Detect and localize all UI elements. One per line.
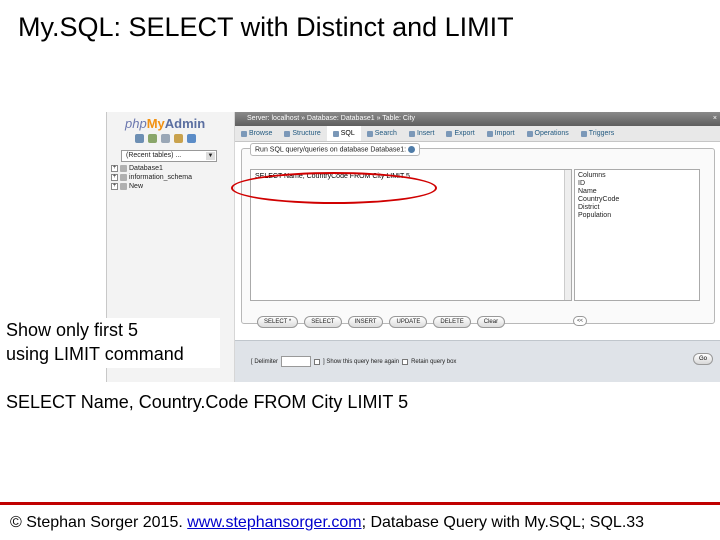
tab-label: SQL — [340, 129, 355, 137]
tab-bar: Browse Structure SQL Search Insert Expor… — [235, 126, 720, 142]
tab-operations[interactable]: Operations — [521, 126, 575, 141]
tab-sql[interactable]: SQL — [326, 126, 361, 141]
recent-tables-select[interactable]: (Recent tables) ... ▼ — [121, 150, 217, 162]
tab-structure[interactable]: Structure — [278, 126, 326, 141]
footer: © Stephan Sorger 2015. www.stephansorger… — [10, 514, 644, 532]
insert-column-button[interactable]: << — [573, 316, 587, 326]
tab-label: Import — [494, 129, 515, 137]
export-icon — [446, 130, 453, 137]
logo-admin: Admin — [164, 116, 206, 131]
operations-icon — [526, 130, 533, 137]
slide-title: My.SQL: SELECT with Distinct and LIMIT — [18, 12, 514, 42]
show-again-label: ] Show this query here again — [323, 358, 400, 365]
logo-php: php — [125, 116, 147, 131]
tab-label: Search — [374, 129, 397, 137]
logout-icon[interactable] — [148, 134, 157, 143]
delete-button[interactable]: DELETE — [433, 316, 471, 328]
logo-my: My — [146, 116, 165, 131]
browse-icon — [241, 130, 247, 137]
triggers-icon — [580, 130, 587, 137]
database-name[interactable]: Database1 — [129, 164, 163, 173]
go-button[interactable]: Go — [692, 353, 713, 365]
tab-export[interactable]: Export — [440, 126, 480, 141]
example-query: SELECT Name, Country.Code FROM City LIMI… — [6, 392, 409, 412]
tab-label: Insert — [416, 129, 435, 137]
columns-label: Columns — [578, 172, 606, 179]
database-tree: + Database1 + information_schema + New — [111, 164, 192, 191]
delimiter-row: [ Delimiter ] Show this query here again… — [251, 356, 456, 367]
delimiter-input[interactable] — [281, 356, 312, 367]
breadcrumb-text[interactable]: Server: localhost » Database: Database1 … — [247, 115, 415, 122]
query-button-row: SELECT * SELECT INSERT UPDATE DELETE Cle… — [257, 316, 506, 328]
tab-label: Structure — [292, 129, 321, 137]
tab-insert[interactable]: Insert — [403, 126, 441, 141]
docs-icon[interactable] — [187, 134, 196, 143]
expand-icon[interactable]: + — [111, 183, 118, 190]
show-again-checkbox[interactable] — [314, 358, 321, 365]
footer-prefix: © Stephan Sorger 2015. — [10, 514, 188, 531]
settings-icon[interactable] — [161, 134, 170, 143]
home-icon[interactable] — [135, 134, 144, 143]
delimiter-label: [ Delimiter — [251, 358, 279, 365]
columns-list[interactable]: Columns ID Name CountryCode District Pop… — [574, 169, 700, 301]
select-star-button[interactable]: SELECT * — [257, 316, 299, 328]
column-item[interactable]: Population — [578, 212, 696, 220]
clear-button[interactable]: Clear — [476, 316, 506, 328]
database-icon — [120, 174, 127, 181]
chevron-down-icon: ▼ — [206, 152, 215, 160]
search-icon — [366, 130, 373, 137]
tab-browse[interactable]: Browse — [235, 126, 278, 141]
expand-icon[interactable]: + — [111, 165, 118, 172]
tab-label: Operations — [534, 129, 569, 137]
column-item[interactable]: Name — [578, 188, 696, 196]
tab-label: Triggers — [588, 129, 615, 137]
sql-legend: Run SQL query/queries on database Databa… — [250, 143, 421, 157]
query-options-bar: [ Delimiter ] Show this query here again… — [235, 340, 720, 382]
tree-item[interactable]: + Database1 — [111, 164, 192, 173]
close-icon[interactable]: × — [713, 112, 717, 126]
callout-box: Show only first 5 using LIMIT command — [0, 318, 220, 368]
import-icon — [486, 130, 493, 137]
insert-icon — [408, 130, 415, 137]
database-icon — [120, 183, 127, 190]
retain-box-label: Retain query box — [411, 358, 457, 365]
reload-icon[interactable] — [174, 134, 183, 143]
retain-box-checkbox[interactable] — [402, 358, 409, 365]
tab-import[interactable]: Import — [481, 126, 521, 141]
sql-icon — [332, 130, 339, 137]
footer-link[interactable]: www.stephansorger.com — [187, 514, 361, 531]
column-item[interactable]: CountryCode — [578, 196, 696, 204]
sql-legend-text: Run SQL query/queries on database Databa… — [255, 146, 407, 154]
tab-triggers[interactable]: Triggers — [575, 126, 620, 141]
phpmyadmin-logo[interactable]: phpMyAdmin — [125, 116, 205, 131]
expand-icon[interactable]: + — [111, 174, 118, 181]
callout-line-1: Show only first 5 — [6, 320, 139, 340]
callout-line-2: using LIMIT command — [6, 344, 184, 364]
textarea-scrollbar[interactable] — [564, 170, 571, 300]
query-highlight-ellipse — [231, 172, 437, 204]
database-name[interactable]: information_schema — [129, 173, 192, 182]
footer-suffix: ; Database Query with My.SQL; SQL.33 — [361, 514, 645, 531]
select-button[interactable]: SELECT — [304, 316, 342, 328]
tree-item[interactable]: + New — [111, 182, 192, 191]
tab-search[interactable]: Search — [361, 126, 403, 141]
column-item[interactable]: ID — [578, 180, 696, 188]
recent-tables-value: (Recent tables) ... — [126, 152, 182, 159]
structure-icon — [284, 130, 291, 137]
insert-button[interactable]: INSERT — [347, 316, 384, 328]
nav-icon-bar — [135, 134, 196, 143]
help-icon[interactable] — [408, 146, 416, 153]
database-icon — [120, 165, 127, 172]
footer-divider — [0, 502, 720, 505]
update-button[interactable]: UPDATE — [389, 316, 428, 328]
tab-label: Browse — [249, 129, 273, 137]
database-name[interactable]: New — [129, 182, 143, 191]
column-item[interactable]: District — [578, 204, 696, 212]
tree-item[interactable]: + information_schema — [111, 173, 192, 182]
tab-label: Export — [454, 129, 475, 137]
breadcrumb: Server: localhost » Database: Database1 … — [235, 112, 720, 126]
